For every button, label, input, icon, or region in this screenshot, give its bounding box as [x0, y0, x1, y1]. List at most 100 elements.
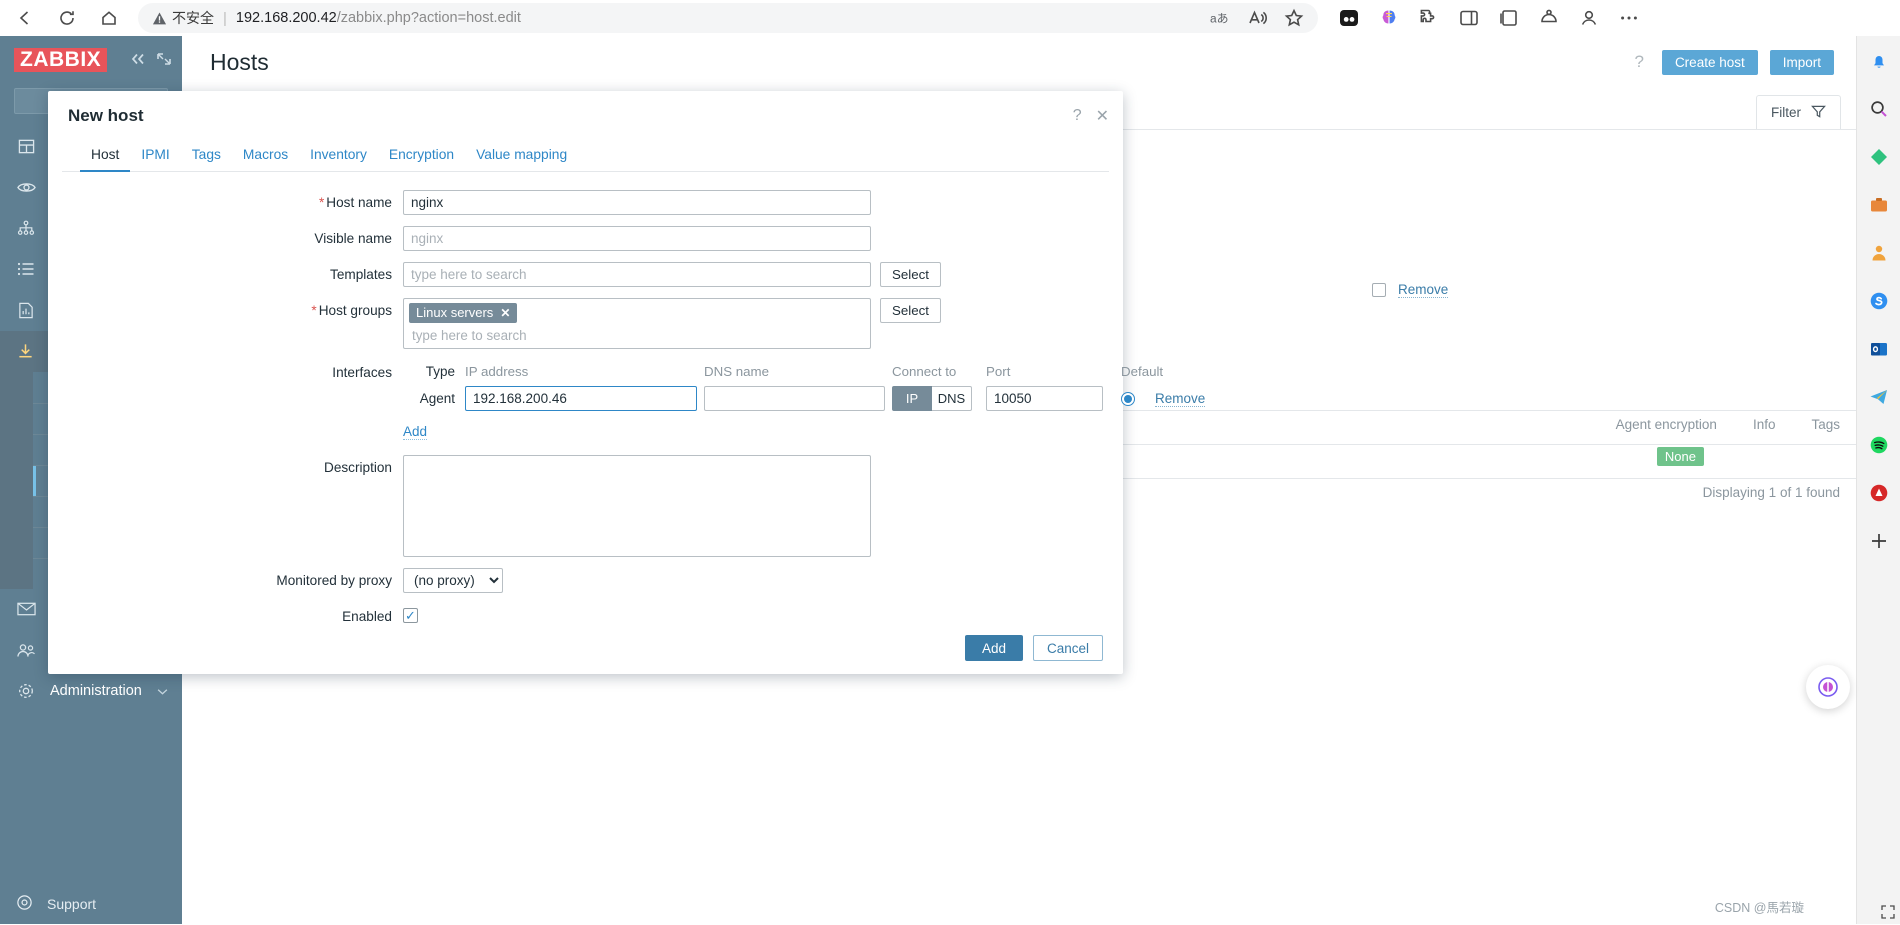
notification-bell-icon[interactable]	[1866, 48, 1892, 74]
windows-sidebar-rail	[1856, 36, 1900, 924]
profile-icon[interactable]	[1578, 7, 1600, 29]
visible-name-input[interactable]	[403, 226, 871, 251]
add-app-icon[interactable]	[1866, 528, 1892, 554]
browser-essentials-icon[interactable]	[1538, 7, 1560, 29]
required-marker: *	[318, 195, 325, 210]
tab-ipmi[interactable]: IPMI	[130, 143, 180, 172]
page-root: ZABBIX Dashboards	[0, 36, 1900, 924]
resize-grip-icon[interactable]	[1880, 904, 1896, 920]
home-icon[interactable]	[92, 3, 126, 33]
app-icon-green[interactable]	[1866, 144, 1892, 170]
add-button[interactable]: Add	[964, 635, 1023, 661]
app-icon-skype[interactable]	[1866, 288, 1892, 314]
host-form: *Host name Visible name Templates Select…	[48, 172, 1206, 624]
paging-info: Displaying 1 of 1 found	[1702, 485, 1840, 500]
column-connect-to: Connect to	[892, 364, 957, 379]
templates-input[interactable]	[403, 262, 871, 287]
interface-ip-input[interactable]	[465, 386, 697, 411]
templates-label: Templates	[330, 267, 392, 282]
tab-value-mapping[interactable]: Value mapping	[465, 143, 578, 172]
sidebar-item-support[interactable]: Support	[0, 884, 182, 924]
host-groups-multiselect[interactable]: Linux servers ✕ type here to search	[403, 298, 871, 349]
app-icon-outlook[interactable]	[1866, 336, 1892, 362]
remove-link[interactable]: Remove	[1398, 282, 1449, 298]
add-interface-link[interactable]: Add	[403, 424, 428, 440]
connect-to-ip-option[interactable]: IP	[892, 386, 932, 411]
tab-encryption[interactable]: Encryption	[378, 143, 465, 172]
column-type: Type	[425, 364, 455, 379]
help-question-icon[interactable]: ?	[1628, 52, 1649, 72]
browser-extension-icon[interactable]	[1338, 7, 1360, 29]
monitored-by-proxy-select[interactable]: (no proxy)	[403, 568, 503, 593]
browser-toolbar: 不安全 | 192.168.200.42/zabbix.php?action=h…	[0, 0, 1900, 36]
help-question-icon[interactable]: ?	[1073, 107, 1082, 125]
zabbix-logo[interactable]: ZABBIX	[14, 48, 108, 72]
tab-inventory[interactable]: Inventory	[299, 143, 378, 172]
sidebar-header: ZABBIX	[0, 36, 182, 84]
app-icon-spotify[interactable]	[1866, 432, 1892, 458]
back-arrow-icon[interactable]	[8, 3, 42, 33]
templates-select-button[interactable]: Select	[880, 262, 941, 287]
app-icon-telegram[interactable]	[1866, 384, 1892, 410]
host-name-input[interactable]	[403, 190, 871, 215]
enabled-checkbox[interactable]: ✓	[403, 608, 418, 623]
app-icon-briefcase[interactable]	[1866, 192, 1892, 218]
connect-to-dns-option[interactable]: DNS	[932, 386, 972, 411]
report-chart-icon	[16, 302, 36, 319]
import-button[interactable]: Import	[1769, 49, 1834, 75]
app-icon-person-orange[interactable]	[1866, 240, 1892, 266]
new-host-modal: New host ? ✕ Host IPMI Tags Macros Inven…	[48, 91, 1206, 674]
interface-row: Agent IP DNS Remove	[403, 386, 1206, 411]
not-secure-warning-icon	[152, 12, 167, 24]
filter-tab[interactable]: Filter	[1757, 96, 1840, 129]
url-host: 192.168.200.42	[235, 10, 337, 26]
description-textarea[interactable]	[403, 455, 871, 557]
required-marker: *	[311, 303, 317, 318]
interface-dns-input[interactable]	[704, 386, 885, 411]
connect-to-toggle[interactable]: IP DNS	[892, 386, 978, 411]
field-row-description: Description	[48, 455, 1123, 557]
create-host-button[interactable]: Create host	[1661, 49, 1758, 75]
split-screen-icon[interactable]	[1458, 7, 1480, 29]
field-row-templates: Templates Select	[48, 262, 1123, 287]
hide-sidebar-icon[interactable]	[156, 52, 172, 69]
tab-macros[interactable]: Macros	[232, 143, 299, 172]
close-icon[interactable]: ✕	[1096, 106, 1109, 126]
dashboard-icon	[16, 138, 36, 155]
envelope-icon	[16, 602, 36, 616]
cancel-button[interactable]: Cancel	[1032, 635, 1103, 661]
modal-title: New host	[68, 106, 144, 125]
field-row-enabled: Enabled ✓	[48, 604, 1123, 624]
favorite-star-icon[interactable]	[1284, 8, 1304, 28]
collapse-sidebar-icon[interactable]	[130, 52, 146, 69]
settings-and-more-icon[interactable]	[1618, 7, 1640, 29]
reload-icon[interactable]	[50, 3, 84, 33]
read-aloud-icon[interactable]	[1248, 9, 1268, 27]
interfaces-label: Interfaces	[332, 365, 392, 380]
translate-icon[interactable]: aあ	[1210, 9, 1232, 27]
address-bar[interactable]: 不安全 | 192.168.200.42/zabbix.php?action=h…	[138, 3, 1318, 33]
security-label: 不安全	[172, 10, 214, 26]
host-groups-select-button[interactable]: Select	[880, 298, 941, 323]
field-row-interfaces: Interfaces Type IP address DNS name Conn…	[48, 360, 1206, 441]
interface-remove-link[interactable]: Remove	[1155, 391, 1206, 407]
remove-chip-icon[interactable]: ✕	[500, 306, 510, 320]
floating-copilot-bubble[interactable]	[1806, 665, 1850, 709]
interface-port-input[interactable]	[986, 386, 1103, 411]
services-tree-icon	[16, 220, 36, 236]
users-icon	[16, 643, 36, 658]
svg-text:aあ: aあ	[1210, 12, 1229, 26]
tab-host[interactable]: Host	[80, 143, 131, 172]
collections-icon[interactable]	[1498, 7, 1520, 29]
sidebar-item-administration[interactable]: Administration	[0, 671, 182, 712]
status-badge: None	[1656, 447, 1704, 466]
chip-label: Linux servers	[416, 305, 494, 320]
watermark: CSDN @馬若璇	[1714, 901, 1804, 915]
search-magnifier-icon[interactable]	[1866, 96, 1892, 122]
interface-default-radio[interactable]	[1113, 391, 1143, 406]
app-icon-red-circle[interactable]	[1866, 480, 1892, 506]
checkbox[interactable]	[1372, 283, 1386, 297]
puzzle-extensions-icon[interactable]	[1418, 7, 1440, 29]
ai-brain-extension-icon[interactable]	[1378, 7, 1400, 29]
tab-tags[interactable]: Tags	[181, 143, 232, 172]
